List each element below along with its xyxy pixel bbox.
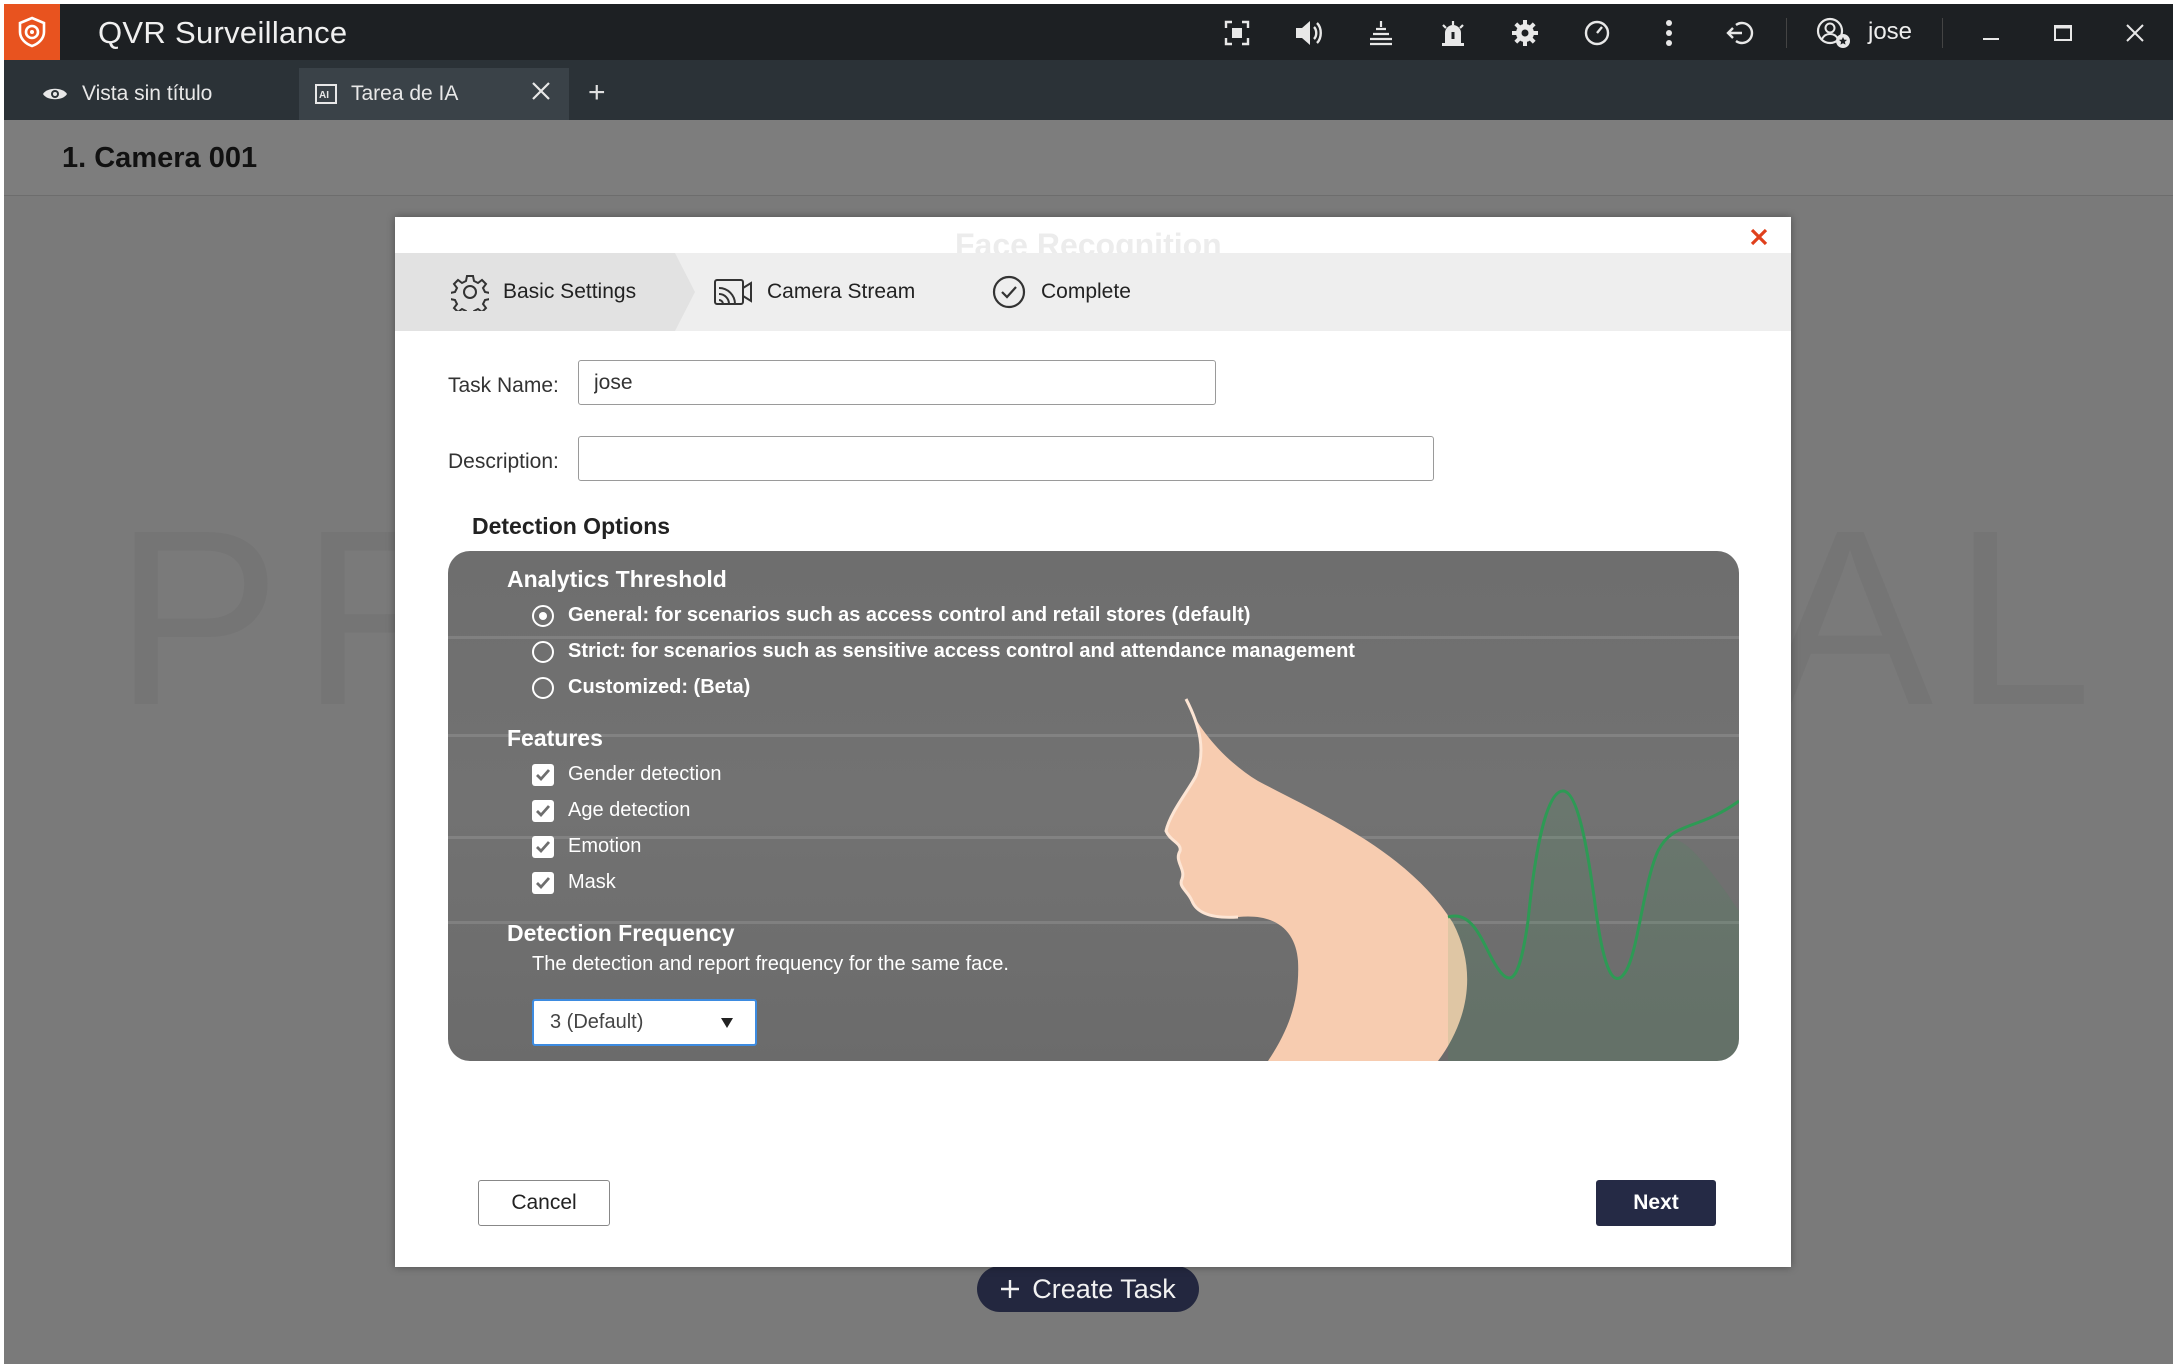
add-tab-icon[interactable]: + [588,78,606,108]
next-button[interactable]: Next [1596,1180,1716,1226]
user-admin-icon[interactable] [1816,17,1852,48]
more-vertical-icon[interactable] [1654,18,1684,48]
caret-down-icon [721,1018,733,1028]
checkbox-checked-icon[interactable] [532,871,554,894]
gear-icon [451,273,489,311]
step-label: Complete [1041,280,1131,303]
detection-options-title: Detection Options [472,513,671,539]
dialog-close-icon[interactable] [1747,225,1773,251]
step-basic-settings[interactable]: Basic Settings [451,253,636,331]
face-recognition-dialog: Face Recognition Basic Settings Camera S… [395,217,1791,1267]
camera-stream-icon [713,276,753,308]
step-label: Basic Settings [503,280,637,303]
radio-unselected[interactable] [532,676,554,699]
checkbox-checked-icon[interactable] [532,799,554,822]
option-label: General: for scenarios such as access co… [568,604,1251,626]
feature-emotion[interactable]: Emotion [532,835,641,858]
settings-gear-icon[interactable] [1510,18,1540,48]
detection-frequency-select[interactable]: 3 (Default) [532,999,757,1046]
events-icon[interactable] [1366,18,1396,48]
feature-label: Age detection [568,799,691,821]
task-name-input[interactable] [578,360,1216,405]
maximize-icon[interactable] [2048,18,2078,48]
option-label: Strict: for scenarios such as sensitive … [568,640,1355,662]
create-task-label: Create Task [1032,1273,1176,1304]
camera-title: 1. Camera 001 [62,142,258,174]
detection-frequency-description: The detection and report frequency for t… [532,953,1009,975]
eye-icon [43,88,67,100]
threshold-option-strict[interactable]: Strict: for scenarios such as sensitive … [532,640,1355,663]
detection-frequency-title: Detection Frequency [507,920,735,946]
create-task-button[interactable]: Create Task [977,1266,1199,1312]
logout-icon[interactable] [1726,18,1756,48]
wizard-steps: Basic Settings Camera Stream Complete [395,253,1791,331]
app-title: QVR Surveillance [98,15,348,50]
ai-task-icon: AI [315,84,337,104]
tab-label: Vista sin título [82,82,213,105]
radio-selected[interactable] [532,604,554,627]
alarm-icon[interactable] [1438,18,1468,48]
task-name-label: Task Name: [448,374,559,397]
analytics-threshold-title: Analytics Threshold [507,566,727,592]
feature-mask[interactable]: Mask [532,871,616,894]
tab-vista-sin-titulo[interactable]: Vista sin título [42,68,212,120]
feature-label: Gender detection [568,763,722,785]
tab-bar: Vista sin título AI Tarea de IA + [4,60,2173,120]
threshold-option-general[interactable]: General: for scenarios such as access co… [532,604,1250,627]
speedometer-icon[interactable] [1582,18,1612,48]
title-separator [1786,18,1787,48]
app-window: QVR Surveillance jose Vista sin título A… [4,4,2173,1364]
svg-text:AI: AI [319,90,329,101]
cancel-button[interactable]: Cancel [478,1180,610,1226]
volume-icon[interactable] [1294,18,1324,48]
radio-unselected[interactable] [532,640,554,663]
option-label: Customized: (Beta) [568,676,751,698]
title-bar: QVR Surveillance jose [4,4,2173,60]
check-circle-icon [991,274,1027,310]
camera-header: 1. Camera 001 [4,120,2173,196]
tab-label: Tarea de IA [351,82,459,105]
detection-options-panel: Analytics Threshold General: for scenari… [448,551,1739,1061]
feature-label: Mask [568,871,616,893]
plus-icon [1001,1280,1020,1298]
step-complete[interactable]: Complete [991,253,1131,331]
feature-age-detection[interactable]: Age detection [532,799,690,822]
features-title: Features [507,725,603,751]
fullscreen-icon[interactable] [1222,18,1252,48]
description-input[interactable] [578,436,1434,481]
qvr-logo-icon [4,4,60,60]
description-label: Description: [448,450,559,473]
step-camera-stream[interactable]: Camera Stream [713,253,915,331]
select-value: 3 (Default) [550,1011,644,1033]
feature-gender-detection[interactable]: Gender detection [532,763,721,786]
checkbox-checked-icon[interactable] [532,835,554,858]
window-close-icon[interactable] [2120,18,2150,48]
title-separator [1942,18,1943,48]
threshold-option-customized[interactable]: Customized: (Beta) [532,676,750,699]
checkbox-checked-icon[interactable] [532,763,554,786]
feature-label: Emotion [568,835,642,857]
minimize-icon[interactable] [1976,18,2006,48]
tab-close-icon[interactable] [530,80,554,104]
step-label: Camera Stream [767,280,916,303]
tab-tarea-de-ia[interactable]: AI Tarea de IA [299,68,569,120]
user-name[interactable]: jose [1868,18,1912,46]
